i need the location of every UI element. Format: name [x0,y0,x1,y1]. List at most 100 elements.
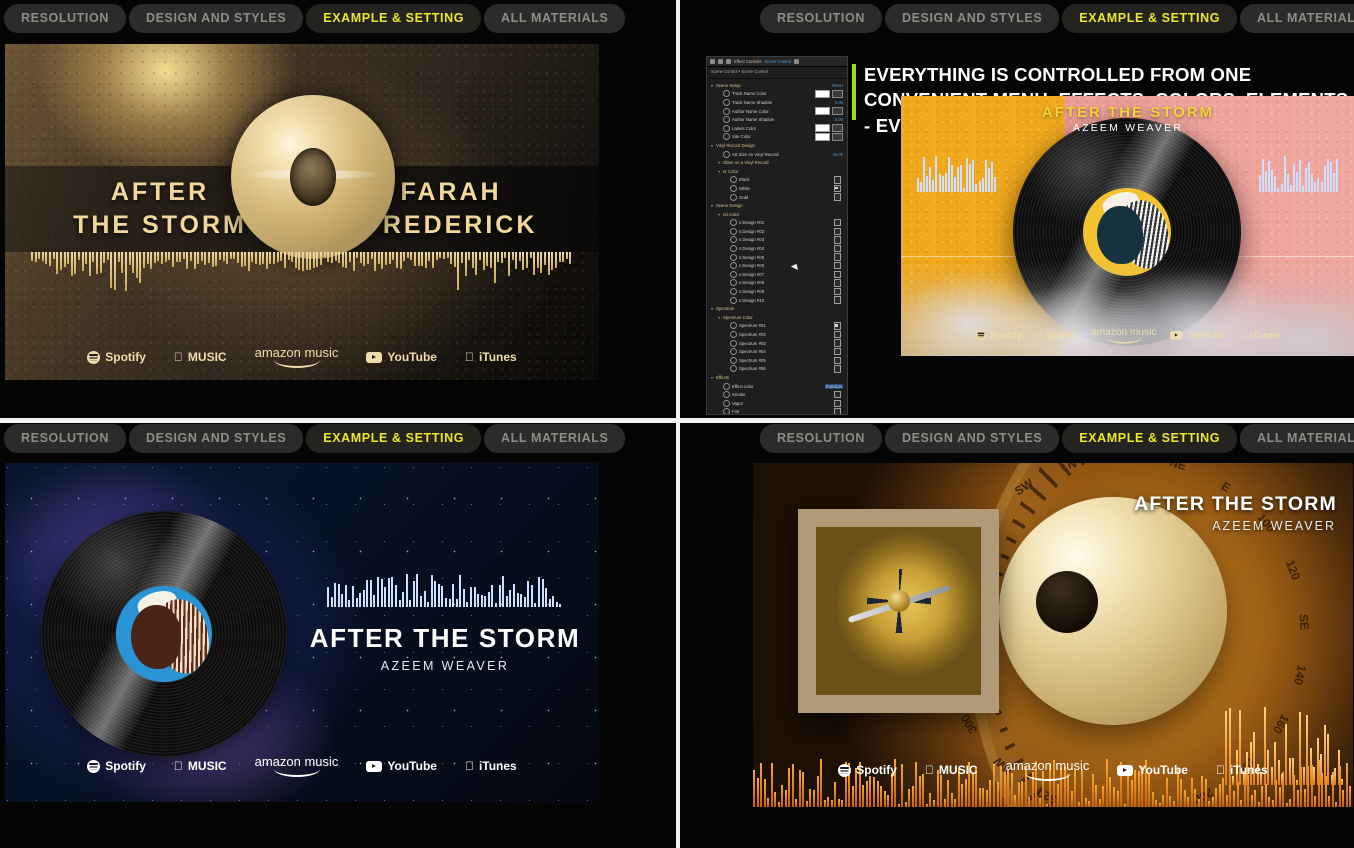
effect-control-row[interactable]: Spectrum #02 [707,330,847,339]
stopwatch-icon[interactable] [723,382,730,390]
tab-example-and-setting[interactable]: EXAMPLE & SETTING [306,3,482,33]
stopwatch-icon[interactable] [723,124,730,132]
effect-control-row[interactable]: Smoke [707,390,847,399]
checkbox[interactable] [833,184,841,193]
control-value[interactable]: 40.00 [833,152,843,157]
effect-control-row[interactable]: ▾ nd Color [707,210,847,219]
tab-example-and-setting[interactable]: EXAMPLE & SETTING [1062,3,1238,33]
checkbox[interactable] [833,399,841,407]
effect-controls-panel[interactable]: Effect Controls Scene Control Scene Cont… [706,56,848,415]
effect-control-row[interactable]: ▾ Vinyl Record Design [707,141,847,150]
effect-control-row[interactable]: Vapor [707,399,847,408]
effect-control-row[interactable]: s Design #06 [707,261,847,270]
control-value[interactable]: Reset [832,83,843,88]
stopwatch-icon[interactable] [730,219,737,227]
effect-control-row[interactable]: s Design #07 [707,270,847,279]
close-icon[interactable] [793,59,799,64]
effect-control-row[interactable]: s Design #01 [707,219,847,228]
checkbox[interactable] [833,365,841,373]
stopwatch-icon[interactable] [730,245,737,253]
effect-control-row[interactable]: Author Name Shadow 0.00 [707,115,847,124]
effect-control-row[interactable]: Spectrum #04 [707,347,847,356]
stopwatch-icon[interactable] [730,356,737,364]
effect-control-row[interactable]: Site Color [707,132,847,142]
tab-design-and-styles[interactable]: DESIGN AND STYLES [128,3,304,33]
stopwatch-icon[interactable] [723,116,730,124]
checkbox[interactable] [833,356,841,364]
effect-controls-tree[interactable]: ▾ Scene Setup Reset Track Name Color Track N… [707,79,847,414]
effect-control-row[interactable]: s Design #05 [707,253,847,262]
checkbox[interactable] [833,322,841,330]
tab-all-materials[interactable]: ALL MATERIALS [484,3,626,33]
effect-control-row[interactable]: s Design #02 [707,227,847,236]
effect-control-row[interactable]: s Design #10 [707,296,847,305]
checkbox[interactable] [833,296,841,304]
stopwatch-icon[interactable] [730,296,737,304]
effect-control-row[interactable]: Spectrum #03 [707,339,847,348]
effect-control-row[interactable]: Spectrum #01 [707,322,847,331]
effect-control-row[interactable]: Author Name Color [707,107,847,116]
stopwatch-icon[interactable] [730,288,737,296]
checkbox[interactable] [833,339,841,347]
effect-control-row[interactable]: ▾ Spectrum Color [707,313,847,322]
stopwatch-icon[interactable] [730,227,737,235]
effect-control-row[interactable]: ▾ Scene Design [707,201,847,210]
tab-resolution[interactable]: RESOLUTION [760,423,882,453]
checkbox[interactable] [833,227,841,236]
effect-control-row[interactable]: ▾ nr Color [707,167,847,176]
color-swatch[interactable] [815,89,830,98]
effect-control-row[interactable]: Gold [707,193,847,202]
effect-controls-tabrow[interactable]: Effect Controls Scene Control [707,57,847,67]
tab-design-and-styles[interactable]: DESIGN AND STYLES [884,3,1060,33]
tab-example-and-setting[interactable]: EXAMPLE & SETTING [1062,423,1238,453]
stopwatch-icon[interactable] [723,107,730,115]
tab-all-materials[interactable]: ALL MATERIALS [484,423,626,453]
effect-control-row[interactable]: Track Name Shadow 0.00 [707,98,847,107]
tab-design-and-styles[interactable]: DESIGN AND STYLES [884,423,1060,453]
eyedropper-icon[interactable] [832,107,843,116]
effect-control-row[interactable]: Spectrum #06 [707,365,847,374]
control-value[interactable]: 0.00 [835,100,843,105]
stopwatch-icon[interactable] [723,98,730,106]
stopwatch-icon[interactable] [730,236,737,244]
checkbox[interactable] [833,262,841,270]
stopwatch-icon[interactable] [730,279,737,287]
stopwatch-icon[interactable] [730,193,737,201]
checkbox[interactable] [833,244,841,253]
stopwatch-icon[interactable] [723,399,730,407]
color-swatch[interactable] [815,107,830,116]
stopwatch-icon[interactable] [723,391,730,399]
stopwatch-icon[interactable] [730,348,737,356]
checkbox[interactable] [833,330,841,339]
checkbox[interactable] [833,193,841,201]
eyedropper-icon[interactable] [832,124,843,133]
checkbox[interactable] [833,236,841,244]
effect-control-row[interactable]: s Design #04 [707,244,847,253]
tab-resolution[interactable]: RESOLUTION [760,3,882,33]
stopwatch-icon[interactable] [730,176,737,184]
tab-resolution[interactable]: RESOLUTION [4,423,126,453]
effect-control-row[interactable]: ▾ Scene Setup Reset [707,81,847,90]
tab-design-and-styles[interactable]: DESIGN AND STYLES [128,423,304,453]
tab-all-materials[interactable]: ALL MATERIALS [1240,423,1354,453]
eyedropper-icon[interactable] [832,132,843,141]
grid-icon[interactable] [718,59,723,64]
checkbox[interactable] [833,253,841,261]
effect-control-row[interactable]: Fire [707,408,847,414]
stopwatch-icon[interactable] [730,331,737,339]
effect-control-row[interactable]: ▾ Effects [707,373,847,382]
effect-control-row[interactable]: Effect color Function [707,382,847,391]
stopwatch-icon[interactable] [730,253,737,261]
expression-value[interactable]: Function [824,383,843,389]
eyedropper-icon[interactable] [832,89,843,98]
effect-control-row[interactable]: Spectrum #05 [707,356,847,365]
stopwatch-icon[interactable] [730,184,737,192]
stopwatch-icon[interactable] [730,270,737,278]
lock-icon[interactable] [726,59,731,64]
stopwatch-icon[interactable] [723,150,730,158]
effect-control-row[interactable]: Labels Color [707,124,847,133]
tab-resolution[interactable]: RESOLUTION [4,3,126,33]
tab-example-and-setting[interactable]: EXAMPLE & SETTING [306,423,482,453]
effect-control-row[interactable]: Track Name Color [707,89,847,99]
effect-control-row[interactable]: Black [707,176,847,185]
